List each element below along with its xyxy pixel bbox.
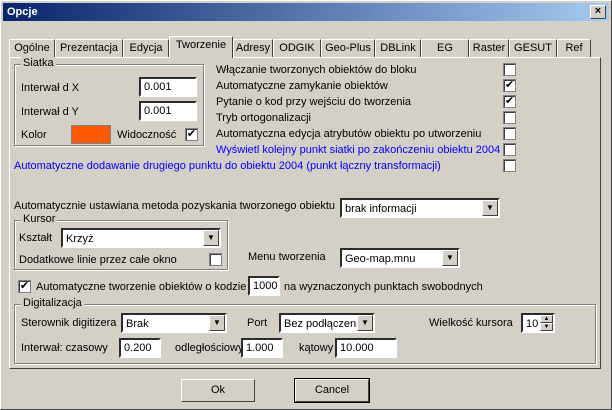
option-checkbox-punkt-2004[interactable] <box>503 159 516 172</box>
tab-tworzenie[interactable]: Tworzenie <box>169 36 233 58</box>
options-dialog: Opcje × Ogólne Prezentacja Edycja Tworze… <box>0 0 612 410</box>
chevron-down-icon[interactable]: ▼ <box>209 315 225 331</box>
option-label-pytanie: Pytanie o kod przy wejściu do tworzenia <box>216 96 412 108</box>
sterownik-label: Sterownik digitizera <box>21 317 117 329</box>
interwal-label: Interwał: czasowy <box>21 342 108 354</box>
odleglosciowy-label: odległościowy <box>175 342 244 354</box>
odleglosciowy-input[interactable]: 1.000 <box>241 338 283 358</box>
siatka-title: Siatka <box>21 57 56 69</box>
port-label: Port <box>247 317 268 329</box>
auto-create-label: Automatyczne tworzenie obiektów o kodzie <box>36 281 247 293</box>
chevron-down-icon[interactable]: ▼ <box>442 250 458 266</box>
tab-geo-plus[interactable]: Geo-Plus <box>321 39 375 57</box>
option-checkbox-pytanie[interactable]: ✔ <box>503 95 516 108</box>
auto-create-code-input[interactable]: 1000 <box>248 276 280 296</box>
interwal-y-input[interactable]: 0.001 <box>139 101 197 121</box>
widocznosc-checkbox[interactable]: ✔ <box>185 128 198 141</box>
option-label-zamykanie: Automatyczne zamykanie obiektów <box>216 80 388 92</box>
tab-dblink[interactable]: DBLink <box>375 39 421 57</box>
option-checkbox-zamykanie[interactable]: ✔ <box>503 79 516 92</box>
menu-value: Geo-map.mnu <box>345 253 416 265</box>
title-bar: Opcje × <box>3 3 609 21</box>
siatka-group: Siatka Interwał d X 0.001 Interwał d Y 0… <box>14 57 204 146</box>
lines-label: Dodatkowe linie przez całe okno <box>19 254 177 266</box>
tab-prezentacja[interactable]: Prezentacja <box>55 39 123 57</box>
option-label-siatka-2004: Wyświetl kolejny punkt siatki po zakończ… <box>216 144 501 156</box>
tab-ref[interactable]: Ref <box>557 39 591 57</box>
method-label: Automatycznie ustawiana metoda pozyskani… <box>14 200 336 212</box>
auto-create-label-after: na wyznaczonych punktach swobodnych <box>284 281 483 293</box>
tab-gesut[interactable]: GESUT <box>509 39 557 57</box>
ksztalt-select[interactable]: Krzyż ▼ <box>61 228 221 248</box>
window-title: Opcje <box>7 6 38 18</box>
option-label-edycja: Automatyczna edycja atrybutów obiektu po… <box>216 128 482 140</box>
tab-ogolne[interactable]: Ogólne <box>9 39 55 57</box>
method-select[interactable]: brak informacji ▼ <box>340 198 500 218</box>
close-button[interactable]: × <box>590 5 606 19</box>
interwal-x-input[interactable]: 0.001 <box>139 77 197 97</box>
czasowy-input[interactable]: 0.200 <box>119 338 161 358</box>
close-icon: × <box>594 5 602 17</box>
lines-checkbox[interactable] <box>209 253 222 266</box>
tab-adresy[interactable]: Adresy <box>233 39 273 57</box>
option-label-blok: Włączanie tworzonych obiektów do bloku <box>216 64 417 76</box>
tab-eg[interactable]: EG <box>421 39 469 57</box>
option-checkbox-siatka-2004[interactable] <box>503 143 516 156</box>
cancel-button[interactable]: Cancel <box>294 378 370 403</box>
port-select[interactable]: Bez podłączeni ▼ <box>279 313 375 333</box>
kolor-label: Kolor <box>21 129 47 141</box>
sterownik-value: Brak <box>126 318 149 330</box>
sterownik-select[interactable]: Brak ▼ <box>121 313 227 333</box>
digitalizacja-title: Digitalizacja <box>21 297 84 309</box>
port-value: Bez podłączeni <box>284 318 359 330</box>
cursor-size-label: Wielkość kursora <box>429 317 513 329</box>
tab-edycja[interactable]: Edycja <box>123 39 169 57</box>
option-checkbox-orto[interactable] <box>503 111 516 124</box>
chevron-down-icon[interactable]: ▼ <box>203 230 219 246</box>
auto-create-checkbox[interactable]: ✔ <box>18 280 31 293</box>
tab-panel-tworzenie: Siatka Interwał d X 0.001 Interwał d Y 0… <box>9 57 601 369</box>
katowy-input[interactable]: 10.000 <box>335 338 397 358</box>
kursor-title: Kursor <box>21 213 58 225</box>
option-label-punkt-2004: Automatyczne dodawanie drugiego punktu d… <box>14 160 441 172</box>
kursor-group: Kursor Kształt Krzyż ▼ Dodatkowe linie p… <box>14 213 228 270</box>
ok-button[interactable]: Ok <box>181 379 255 402</box>
interwal-x-label: Interwał d X <box>21 82 80 94</box>
chevron-down-icon[interactable]: ▼ <box>482 200 498 216</box>
menu-label: Menu tworzenia <box>248 251 326 263</box>
tab-raster[interactable]: Raster <box>469 39 509 57</box>
method-value: brak informacji <box>345 203 417 215</box>
menu-select[interactable]: Geo-map.mnu ▼ <box>340 248 460 268</box>
spin-up-icon[interactable]: ▲ <box>540 315 553 323</box>
interwal-y-label: Interwał d Y <box>21 106 79 118</box>
katowy-label: kątowy <box>299 342 334 354</box>
digitalizacja-group: Digitalizacja Sterownik digitizera Brak … <box>14 297 596 364</box>
spin-down-icon[interactable]: ▼ <box>540 323 553 331</box>
ksztalt-value: Krzyż <box>66 233 94 245</box>
option-checkbox-edycja[interactable] <box>503 127 516 140</box>
option-checkbox-blok[interactable] <box>503 63 516 76</box>
kolor-swatch[interactable] <box>71 125 111 144</box>
tab-odgik[interactable]: ODGIK <box>273 39 321 57</box>
widocznosc-label: Widoczność <box>117 129 177 141</box>
chevron-down-icon[interactable]: ▼ <box>357 315 373 331</box>
option-label-orto: Tryb ortogonalizacji <box>216 112 311 124</box>
ksztalt-label: Kształt <box>19 232 53 244</box>
cursor-size-spinner[interactable]: 10 ▲ ▼ <box>521 313 555 333</box>
cursor-size-value: 10 <box>526 318 539 330</box>
